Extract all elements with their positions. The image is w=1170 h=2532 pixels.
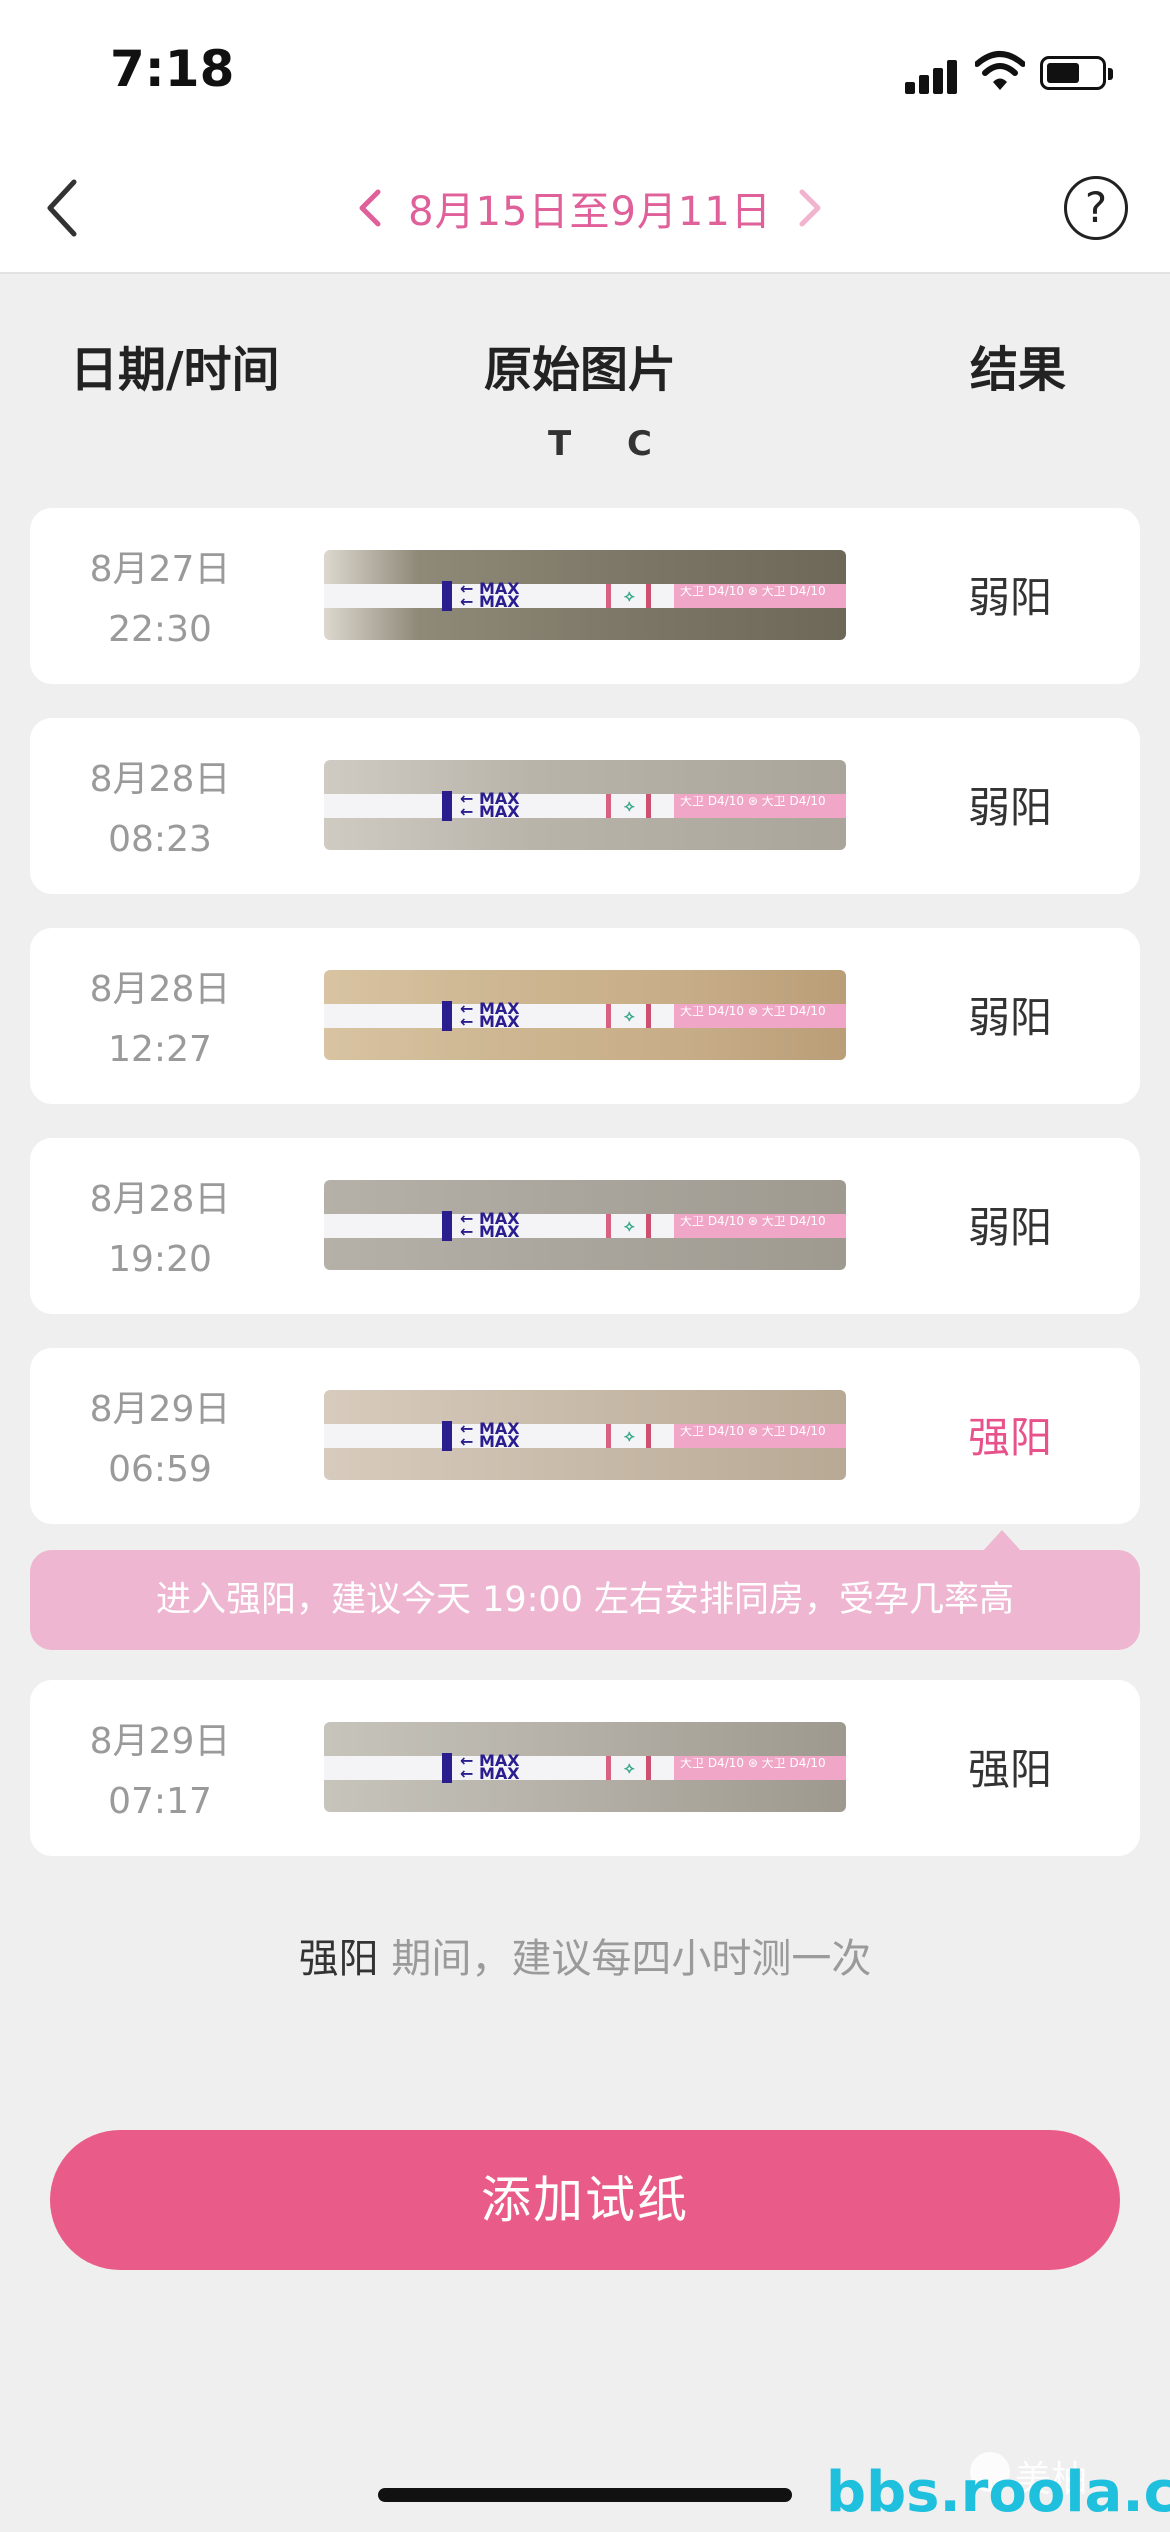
test-strip-photo[interactable]: ← MAX ← MAX ⟡ 大卫 D4/10 ⊛ 大卫 D4/10 [324, 970, 846, 1060]
column-header-result: 结果 [970, 342, 1067, 398]
strip-max-label: ← MAX ← MAX [460, 1209, 520, 1241]
record-card[interactable]: 8月29日 06:59 ← MAX ← MAX ⟡ 大卫 D4/10 ⊛ 大卫 D4/10… [30, 1348, 1140, 1524]
next-range-chevron-icon[interactable] [796, 186, 824, 230]
cellular-signal-icon [905, 58, 961, 94]
wifi-icon [975, 51, 1025, 90]
record-result: 弱阳 [967, 573, 1052, 622]
record-time: 08:23 [108, 819, 212, 860]
record-date: 8月28日 [89, 759, 231, 800]
top-bar: 7:18 8月15日至9月11日 ? [0, 0, 1170, 274]
record-card[interactable]: 8月28日 12:27 ← MAX ← MAX ⟡ 大卫 D4/10 ⊛ 大卫 D4/10… [30, 928, 1140, 1104]
battery-icon [1040, 56, 1113, 90]
home-indicator [378, 2488, 792, 2502]
watermark-url: bbs.roola.cn [826, 2460, 1170, 2525]
record-result: 弱阳 [967, 993, 1052, 1042]
testing-hint: 强阳 期间，建议每四小时测一次 [0, 1926, 1170, 1984]
test-strip-photo[interactable]: ← MAX ← MAX ⟡ 大卫 D4/10 ⊛ 大卫 D4/10 [324, 550, 846, 640]
record-time: 07:17 [108, 1781, 212, 1822]
prev-range-chevron-icon[interactable] [356, 186, 384, 230]
record-date: 8月29日 [89, 1389, 231, 1430]
record-datetime: 8月29日 06:59 [30, 1380, 290, 1500]
record-date: 8月28日 [89, 969, 231, 1010]
record-card[interactable]: 8月28日 19:20 ← MAX ← MAX ⟡ 大卫 D4/10 ⊛ 大卫 D4/10… [30, 1138, 1140, 1314]
date-range-selector: 8月15日至9月11日 [350, 178, 830, 238]
strip-max-label: ← MAX ← MAX [460, 789, 520, 821]
strip-max-label: ← MAX ← MAX [460, 1419, 520, 1451]
record-result: 强阳 [967, 1413, 1052, 1462]
help-button[interactable]: ? [1064, 176, 1128, 240]
record-result: 强阳 [967, 1745, 1052, 1794]
record-time: 12:27 [108, 1029, 212, 1070]
back-button[interactable] [34, 168, 94, 248]
strip-max-label: ← MAX ← MAX [460, 579, 520, 611]
status-time: 7:18 [110, 40, 235, 98]
test-strip-photo[interactable]: ← MAX ← MAX ⟡ 大卫 D4/10 ⊛ 大卫 D4/10 [324, 1390, 846, 1480]
strong-positive-tip: 进入强阳，建议今天 19:00 左右安排同房，受孕几率高 [30, 1550, 1140, 1650]
record-datetime: 8月28日 19:20 [30, 1170, 290, 1290]
test-strip-photo[interactable]: ← MAX ← MAX ⟡ 大卫 D4/10 ⊛ 大卫 D4/10 [324, 760, 846, 850]
column-header-date-time: 日期/时间 [70, 342, 280, 398]
strip-print-text: 大卫 D4/10 ⊛ 大卫 D4/10 [680, 586, 826, 596]
tip-pointer [982, 1530, 1022, 1552]
hint-strong-label: 强阳 [298, 1936, 379, 1982]
record-date: 8月28日 [89, 1179, 231, 1220]
record-result: 弱阳 [967, 783, 1052, 832]
record-time: 19:20 [108, 1239, 212, 1280]
record-datetime: 8月27日 22:30 [30, 540, 290, 660]
strip-print-text: 大卫 D4/10 ⊛ 大卫 D4/10 [680, 1426, 826, 1436]
strip-max-label: ← MAX ← MAX [460, 1751, 520, 1783]
date-range-label: 8月15日至9月11日 [408, 189, 772, 235]
record-datetime: 8月28日 08:23 [30, 750, 290, 870]
record-time: 22:30 [108, 609, 212, 650]
strip-print-text: 大卫 D4/10 ⊛ 大卫 D4/10 [680, 796, 826, 806]
strip-max-label: ← MAX ← MAX [460, 999, 520, 1031]
column-header-image: 原始图片 [484, 342, 677, 398]
tc-line-label: T C [548, 424, 674, 464]
test-strip-photo[interactable]: ← MAX ← MAX ⟡ 大卫 D4/10 ⊛ 大卫 D4/10 [324, 1722, 846, 1812]
record-card[interactable]: 8月28日 08:23 ← MAX ← MAX ⟡ 大卫 D4/10 ⊛ 大卫 D4/10… [30, 718, 1140, 894]
strip-print-text: 大卫 D4/10 ⊛ 大卫 D4/10 [680, 1216, 826, 1226]
test-strip-photo[interactable]: ← MAX ← MAX ⟡ 大卫 D4/10 ⊛ 大卫 D4/10 [324, 1180, 846, 1270]
record-datetime: 8月29日 07:17 [30, 1712, 290, 1832]
strip-print-text: 大卫 D4/10 ⊛ 大卫 D4/10 [680, 1006, 826, 1016]
record-card[interactable]: 8月27日 22:30 ← MAX ← MAX ⟡ 大卫 D4/10 ⊛ 大卫 D4/10… [30, 508, 1140, 684]
add-test-strip-button[interactable]: 添加试纸 [50, 2130, 1120, 2270]
hint-text: 期间，建议每四小时测一次 [378, 1936, 872, 1982]
record-date: 8月27日 [89, 549, 231, 590]
record-date: 8月29日 [89, 1721, 231, 1762]
record-card[interactable]: 8月29日 07:17 ← MAX ← MAX ⟡ 大卫 D4/10 ⊛ 大卫 D4/10… [30, 1680, 1140, 1856]
record-result: 弱阳 [967, 1203, 1052, 1252]
record-datetime: 8月28日 12:27 [30, 960, 290, 1080]
record-time: 06:59 [108, 1449, 212, 1490]
strip-print-text: 大卫 D4/10 ⊛ 大卫 D4/10 [680, 1758, 826, 1768]
